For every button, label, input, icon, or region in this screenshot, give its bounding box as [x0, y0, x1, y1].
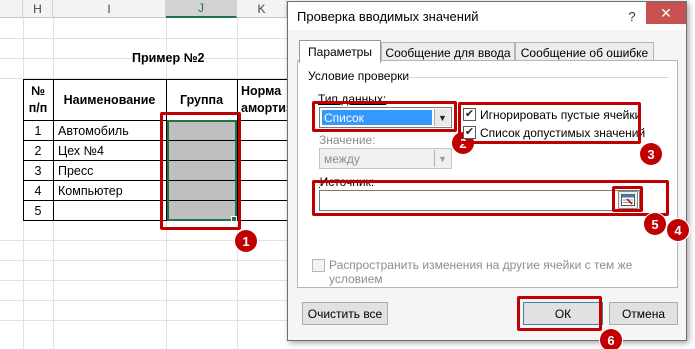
dialog-title: Проверка вводимых значений — [297, 8, 479, 24]
table-cell-name[interactable]: Цех №4 — [58, 141, 104, 161]
header-name: Наименование — [63, 93, 156, 107]
close-icon[interactable]: ✕ — [646, 2, 686, 24]
clear-all-button[interactable]: Очистить все — [302, 302, 388, 325]
step-badge-3: 3 — [640, 143, 662, 165]
gridline — [0, 38, 300, 39]
gridline — [0, 320, 300, 321]
section-divider — [406, 77, 668, 78]
header-norm-line1: Норма — [241, 84, 282, 98]
column-header-h[interactable]: H — [23, 0, 53, 18]
table-cell-num[interactable]: 3 — [23, 161, 53, 181]
value-label: Значение: — [319, 133, 376, 147]
column-header-k[interactable]: K — [237, 0, 287, 18]
step-badge-1: 1 — [235, 230, 257, 252]
highlight-box-data-type — [312, 101, 457, 132]
cancel-button[interactable]: Отмена — [609, 302, 678, 325]
highlight-box-range-picker — [612, 186, 643, 212]
example-title: Пример №2 — [132, 51, 205, 65]
table-border — [53, 79, 54, 221]
highlight-box-range — [160, 112, 241, 230]
gridline — [0, 300, 300, 301]
value-select-value: между — [324, 152, 360, 166]
table-cell-name[interactable]: Пресс — [58, 161, 93, 181]
apply-all-label-line1: Распространить изменения на другие ячейк… — [329, 258, 633, 272]
header-num-line2: п/п — [28, 101, 48, 115]
section-label-validation-criteria: Условие проверки — [308, 69, 410, 83]
table-border — [23, 79, 24, 221]
table-cell-num[interactable]: 4 — [23, 181, 53, 201]
header-group: Группа — [179, 93, 224, 107]
highlight-box-checkboxes — [458, 102, 641, 144]
table-cell-num[interactable]: 1 — [23, 121, 53, 141]
chevron-down-icon: ▼ — [434, 150, 450, 167]
apply-all-label-line2: условием — [329, 272, 383, 286]
table-border — [23, 120, 287, 121]
gridline — [0, 260, 300, 261]
column-header-partial[interactable] — [0, 0, 23, 18]
tab-parameters[interactable]: Параметры — [299, 40, 381, 63]
header-num-line1: № — [31, 84, 45, 98]
table-cell-num[interactable]: 2 — [23, 141, 53, 161]
table-border — [23, 200, 287, 201]
gridline — [0, 280, 300, 281]
value-select: между ▼ — [319, 148, 452, 169]
column-header-j[interactable]: J — [166, 0, 237, 18]
column-header-i[interactable]: I — [53, 0, 166, 18]
table-border — [23, 220, 287, 221]
table-border — [23, 160, 287, 161]
table-cell-num[interactable]: 5 — [23, 201, 53, 221]
step-badge-4: 4 — [667, 219, 689, 241]
header-norm-line2: амортиз — [241, 101, 293, 115]
table-cell-name[interactable]: Компьютер — [58, 181, 123, 201]
data-validation-dialog: Проверка вводимых значений ? ✕ Параметры… — [287, 1, 689, 349]
apply-all-checkbox — [312, 259, 325, 272]
table-border — [23, 140, 287, 141]
table-border — [23, 180, 287, 181]
highlight-box-ok — [517, 296, 602, 331]
help-icon[interactable]: ? — [624, 8, 640, 24]
step-badge-6: 6 — [600, 329, 622, 349]
step-badge-5: 5 — [644, 213, 666, 235]
table-cell-name[interactable]: Автомобиль — [58, 121, 129, 141]
table-border — [23, 79, 287, 80]
